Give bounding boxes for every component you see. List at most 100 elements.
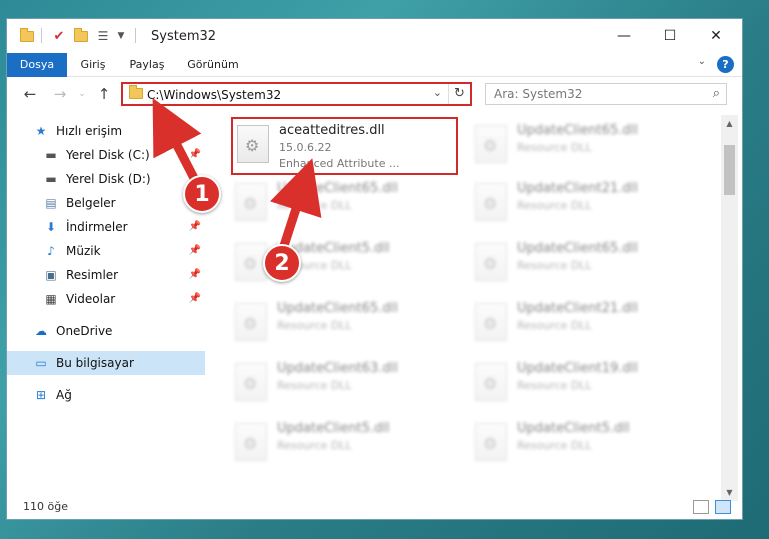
search-icon[interactable]: ⌕ <box>713 86 720 101</box>
sidebar-item-label: OneDrive <box>56 324 113 338</box>
file-name: UpdateClient63.dll <box>277 361 398 376</box>
sidebar-item-onedrive[interactable]: ☁ OneDrive <box>7 319 205 343</box>
cloud-icon: ☁ <box>35 324 47 338</box>
star-icon: ★ <box>35 124 47 138</box>
large-icons-view-icon[interactable] <box>715 500 731 514</box>
scroll-up-icon[interactable]: ▲ <box>721 115 738 132</box>
file-type: Resource DLL <box>517 439 592 452</box>
dll-file-icon <box>475 303 507 341</box>
tab-giris[interactable]: Giriş <box>73 53 113 77</box>
file-tile-aceatteditres[interactable]: aceatteditres.dll 15.0.6.22 Enhanced Att… <box>231 117 458 175</box>
file-tile[interactable]: UpdateClient5.dll Resource DLL <box>231 417 461 473</box>
status-bar: 110 öğe <box>7 497 742 519</box>
sidebar-item-label: Hızlı erişim <box>56 124 123 138</box>
sidebar-item-local-disk-c[interactable]: ▬ Yerel Disk (C:) 📌 <box>7 143 205 167</box>
sidebar-item-label: Videolar <box>66 292 116 306</box>
music-icon: ♪ <box>47 244 55 258</box>
file-type: Resource DLL <box>517 141 592 154</box>
sidebar-item-label: Yerel Disk (D:) <box>66 172 151 186</box>
file-name: UpdateClient65.dll <box>517 123 638 138</box>
properties-icon[interactable]: ✔ <box>51 27 67 45</box>
search-placeholder[interactable]: Ara: System32 <box>494 87 582 101</box>
customize-quick-access-icon[interactable]: ☰ <box>95 27 111 45</box>
file-description: Enhanced Attribute ... <box>279 157 400 170</box>
title-bar: ✔ ☰ ▼ System32 — ☐ ✕ <box>7 19 742 53</box>
item-count: 110 öğe <box>23 500 68 513</box>
pin-icon: 📌 <box>188 269 201 280</box>
file-name: UpdateClient65.dll <box>517 241 638 256</box>
file-tile[interactable]: UpdateClient65.dll Resource DLL <box>471 119 701 175</box>
file-type: Resource DLL <box>517 319 592 332</box>
navigation-pane: ★ Hızlı erişim ▬ Yerel Disk (C:) 📌 ▬ Yer… <box>7 115 205 495</box>
chevron-down-icon[interactable]: ⌄ <box>433 86 442 99</box>
network-icon: ⊞ <box>35 388 47 402</box>
tab-dosya[interactable]: Dosya <box>7 53 67 77</box>
file-tile[interactable]: UpdateClient21.dll Resource DLL <box>471 297 701 353</box>
file-tile[interactable]: UpdateClient19.dll Resource DLL <box>471 357 701 413</box>
maximize-button[interactable]: ☐ <box>647 19 693 53</box>
file-name: UpdateClient5.dll <box>517 421 630 436</box>
file-type: Resource DLL <box>517 199 592 212</box>
drive-icon: ▬ <box>45 148 57 162</box>
up-arrow-icon[interactable]: ↑ <box>95 85 113 103</box>
file-tile[interactable]: UpdateClient63.dll Resource DLL <box>231 357 461 413</box>
forward-arrow-icon[interactable]: → <box>51 85 69 103</box>
minimize-button[interactable]: — <box>601 19 647 53</box>
new-folder-icon[interactable] <box>73 27 89 45</box>
details-view-icon[interactable] <box>693 500 709 514</box>
refresh-icon[interactable]: ↻ <box>448 84 470 104</box>
ribbon-tabs: Dosya Giriş Paylaş Görünüm ⌄ ? <box>7 53 742 77</box>
video-icon: ▦ <box>45 292 57 306</box>
sidebar-item-label: Belgeler <box>66 196 116 210</box>
back-arrow-icon[interactable]: ← <box>21 85 39 103</box>
chevron-down-icon[interactable]: ▼ <box>113 27 129 45</box>
dll-file-icon <box>475 183 507 221</box>
sidebar-item-documents[interactable]: ▤ Belgeler 📌 <box>7 191 205 215</box>
document-icon: ▤ <box>45 196 57 210</box>
file-explorer-window: ✔ ☰ ▼ System32 — ☐ ✕ Dosya Giriş Paylaş … <box>6 18 743 520</box>
search-box[interactable]: Ara: System32 ⌕ <box>485 83 727 105</box>
dll-file-icon <box>235 183 267 221</box>
sidebar-item-label: Bu bilgisayar <box>56 356 134 370</box>
dll-file-icon <box>475 423 507 461</box>
vertical-scrollbar[interactable]: ▲ ▼ <box>721 115 738 501</box>
file-name: UpdateClient65.dll <box>277 181 398 196</box>
tab-paylas[interactable]: Paylaş <box>121 53 173 77</box>
sidebar-item-network[interactable]: ⊞ Ağ <box>7 383 205 407</box>
sidebar-item-pictures[interactable]: ▣ Resimler 📌 <box>7 263 205 287</box>
file-name: UpdateClient21.dll <box>517 181 638 196</box>
recent-locations-icon[interactable]: ⌄ <box>73 85 91 103</box>
sidebar-item-label: İndirmeler <box>66 220 128 234</box>
close-button[interactable]: ✕ <box>693 19 739 53</box>
address-path[interactable]: C:\Windows\System32 <box>147 88 281 102</box>
file-type: Resource DLL <box>277 319 352 332</box>
file-name: UpdateClient65.dll <box>277 301 398 316</box>
file-name: aceatteditres.dll <box>279 123 385 138</box>
dll-file-icon <box>235 303 267 341</box>
scroll-thumb[interactable] <box>724 145 735 195</box>
sidebar-item-label: Müzik <box>66 244 101 258</box>
address-bar[interactable]: C:\Windows\System32 ⌄ ↻ <box>121 82 472 106</box>
file-tile[interactable]: UpdateClient65.dll Resource DLL <box>231 297 461 353</box>
pin-icon: 📌 <box>188 245 201 256</box>
dll-file-icon <box>475 125 507 163</box>
dll-file-icon <box>475 363 507 401</box>
expand-ribbon-icon[interactable]: ⌄ <box>698 56 706 67</box>
sidebar-item-local-disk-d[interactable]: ▬ Yerel Disk (D:) <box>7 167 205 191</box>
file-tile[interactable]: UpdateClient65.dll Resource DLL <box>471 237 701 293</box>
sidebar-item-quick-access[interactable]: ★ Hızlı erişim <box>7 119 205 143</box>
file-tile[interactable]: UpdateClient21.dll Resource DLL <box>471 177 701 233</box>
dll-file-icon <box>235 423 267 461</box>
sidebar-item-music[interactable]: ♪ Müzik 📌 <box>7 239 205 263</box>
file-tile[interactable]: UpdateClient5.dll Resource DLL <box>471 417 701 473</box>
file-tile[interactable]: UpdateClient65.dll Resource DLL <box>231 177 461 233</box>
sidebar-item-downloads[interactable]: ⬇ İndirmeler 📌 <box>7 215 205 239</box>
picture-icon: ▣ <box>45 268 57 282</box>
help-button[interactable]: ? <box>717 56 734 73</box>
file-list: aceatteditres.dll 15.0.6.22 Enhanced Att… <box>217 115 717 495</box>
tab-gorunum[interactable]: Görünüm <box>183 53 243 77</box>
sidebar-item-label: Ağ <box>56 388 72 402</box>
sidebar-item-this-pc[interactable]: ▭ Bu bilgisayar <box>7 351 205 375</box>
folder-icon <box>19 27 35 45</box>
sidebar-item-videos[interactable]: ▦ Videolar 📌 <box>7 287 205 311</box>
